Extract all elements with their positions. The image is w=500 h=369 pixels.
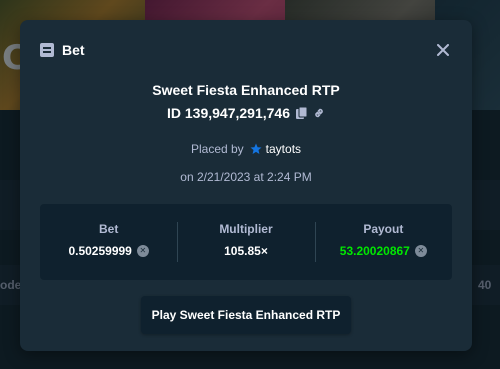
multiplier-value: 105.85× bbox=[224, 244, 268, 258]
bet-id-row: ID 139,947,291,746 bbox=[20, 105, 472, 121]
payout-amount: 53.20020867 bbox=[339, 244, 410, 258]
currency-icon: ✕ bbox=[136, 245, 149, 257]
stat-payout: Payout 53.20020867 ✕ bbox=[314, 204, 452, 280]
stat-bet: Bet 0.50259999 ✕ bbox=[40, 204, 177, 280]
stat-label: Payout bbox=[363, 222, 404, 236]
stat-value: 105.85× bbox=[224, 244, 268, 258]
stat-label: Bet bbox=[98, 222, 119, 236]
play-game-button[interactable]: Play Sweet Fiesta Enhanced RTP bbox=[141, 296, 351, 334]
bet-id: ID 139,947,291,746 bbox=[167, 105, 290, 121]
bet-amount: 0.50259999 bbox=[68, 244, 132, 258]
receipt-icon bbox=[40, 43, 54, 57]
bet-modal: Bet Sweet Fiesta Enhanced RTP ID 139,947… bbox=[20, 20, 472, 351]
modal-header: Bet bbox=[40, 39, 452, 61]
star-icon bbox=[250, 143, 262, 155]
copy-icon bbox=[296, 107, 307, 119]
link-button[interactable] bbox=[313, 107, 325, 119]
currency-icon: ✕ bbox=[414, 245, 427, 257]
close-icon bbox=[437, 44, 449, 56]
link-icon bbox=[315, 108, 323, 118]
game-name: Sweet Fiesta Enhanced RTP bbox=[152, 82, 340, 98]
placed-by-row: Placed by taytots bbox=[20, 142, 472, 156]
copy-button[interactable] bbox=[296, 107, 307, 119]
username-link[interactable]: taytots bbox=[266, 142, 301, 156]
placed-by-label: Placed by bbox=[190, 142, 244, 156]
stat-multiplier: Multiplier 105.85× bbox=[177, 204, 314, 280]
close-button[interactable] bbox=[434, 41, 452, 59]
stat-value: 53.20020867 ✕ bbox=[340, 244, 427, 258]
bet-date: on 2/21/2023 at 2:24 PM bbox=[180, 170, 312, 184]
modal-title: Bet bbox=[62, 42, 85, 58]
stat-label: Multiplier bbox=[219, 222, 273, 236]
stat-value: 0.50259999 ✕ bbox=[68, 244, 149, 258]
bet-stats: Bet 0.50259999 ✕ Multiplier 105.85× Payo… bbox=[40, 204, 452, 280]
